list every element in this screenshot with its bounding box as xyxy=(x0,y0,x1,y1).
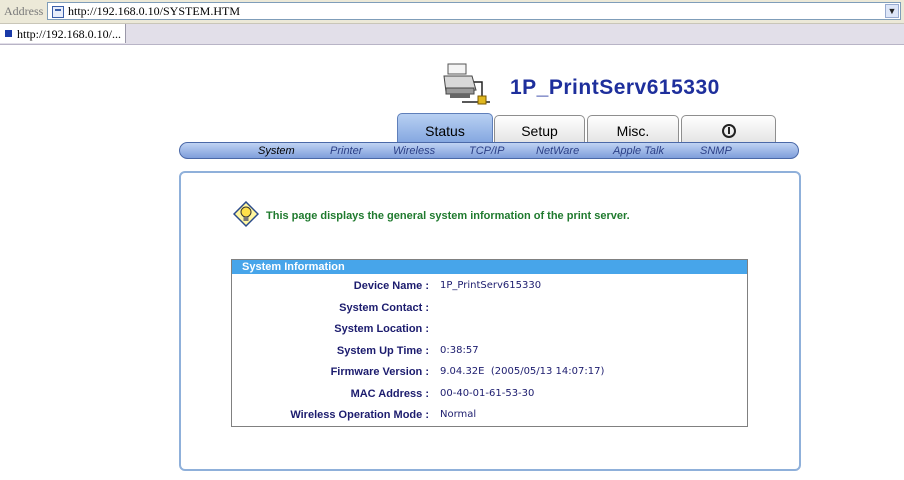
subnav-printer[interactable]: Printer xyxy=(330,145,362,157)
info-row-system-contact: System Contact : xyxy=(232,302,747,322)
firmware-version-value: 9.04.32E (2005/05/13 14:07:17) xyxy=(440,366,605,377)
subnav-snmp[interactable]: SNMP xyxy=(700,145,732,157)
subnav-tcpip[interactable]: TCP/IP xyxy=(469,145,504,157)
intro-text: This page displays the general system in… xyxy=(266,210,630,222)
info-row-mac-address: MAC Address : 00-40-01-61-53-30 xyxy=(232,388,747,408)
subnav-system[interactable]: System xyxy=(258,145,295,157)
chevron-down-icon[interactable]: ▼ xyxy=(885,4,899,18)
info-row-system-up-time: System Up Time : 0:38:57 xyxy=(232,345,747,365)
subnav-wireless[interactable]: Wireless xyxy=(393,145,435,157)
wireless-mode-label: Wireless Operation Mode : xyxy=(290,409,429,421)
lightbulb-icon xyxy=(233,201,259,228)
device-title: 1P_PrintServ615330 xyxy=(510,76,720,99)
browser-tab[interactable]: http://192.168.0.10/... xyxy=(0,24,126,43)
tab-info[interactable] xyxy=(681,115,776,145)
subnav-appletalk[interactable]: Apple Talk xyxy=(613,145,664,157)
address-bar: Address http://192.168.0.10/SYSTEM.HTM ▼ xyxy=(0,0,904,24)
firmware-version-label: Firmware Version : xyxy=(330,366,429,378)
info-row-system-location: System Location : xyxy=(232,323,747,343)
address-input[interactable]: http://192.168.0.10/SYSTEM.HTM ▼ xyxy=(47,2,901,20)
system-contact-label: System Contact : xyxy=(339,302,429,314)
device-name-value: 1P_PrintServ615330 xyxy=(440,280,542,291)
info-row-device-name: Device Name : 1P_PrintServ615330 xyxy=(232,280,747,300)
address-url[interactable]: http://192.168.0.10/SYSTEM.HTM xyxy=(68,4,240,19)
subnav-netware[interactable]: NetWare xyxy=(536,145,579,157)
info-row-wireless-mode: Wireless Operation Mode : Normal xyxy=(232,409,747,429)
system-up-time-value: 0:38:57 xyxy=(440,345,479,356)
system-info-table: System Information Device Name : 1P_Prin… xyxy=(231,259,748,427)
tab-misc[interactable]: Misc. xyxy=(587,115,679,145)
browser-tab-strip: http://192.168.0.10/... xyxy=(0,24,904,45)
device-name-label: Device Name : xyxy=(353,280,429,292)
printer-network-icon xyxy=(443,63,490,105)
browser-tab-title: http://192.168.0.10/... xyxy=(17,27,122,41)
sub-navigation: System Printer Wireless TCP/IP NetWare A… xyxy=(179,142,799,159)
tab-setup[interactable]: Setup xyxy=(494,115,585,145)
system-location-label: System Location : xyxy=(334,323,429,335)
mac-address-value: 00-40-01-61-53-30 xyxy=(440,388,535,399)
info-row-firmware-version: Firmware Version : 9.04.32E (2005/05/13 … xyxy=(232,366,747,386)
system-info-heading: System Information xyxy=(232,260,747,274)
wireless-mode-value: Normal xyxy=(440,409,477,420)
mac-address-label: MAC Address : xyxy=(350,388,429,400)
address-label: Address xyxy=(4,4,44,18)
system-up-time-label: System Up Time : xyxy=(336,345,429,357)
tab-page-icon xyxy=(5,30,12,37)
info-icon xyxy=(721,124,736,138)
page-icon xyxy=(52,6,64,18)
